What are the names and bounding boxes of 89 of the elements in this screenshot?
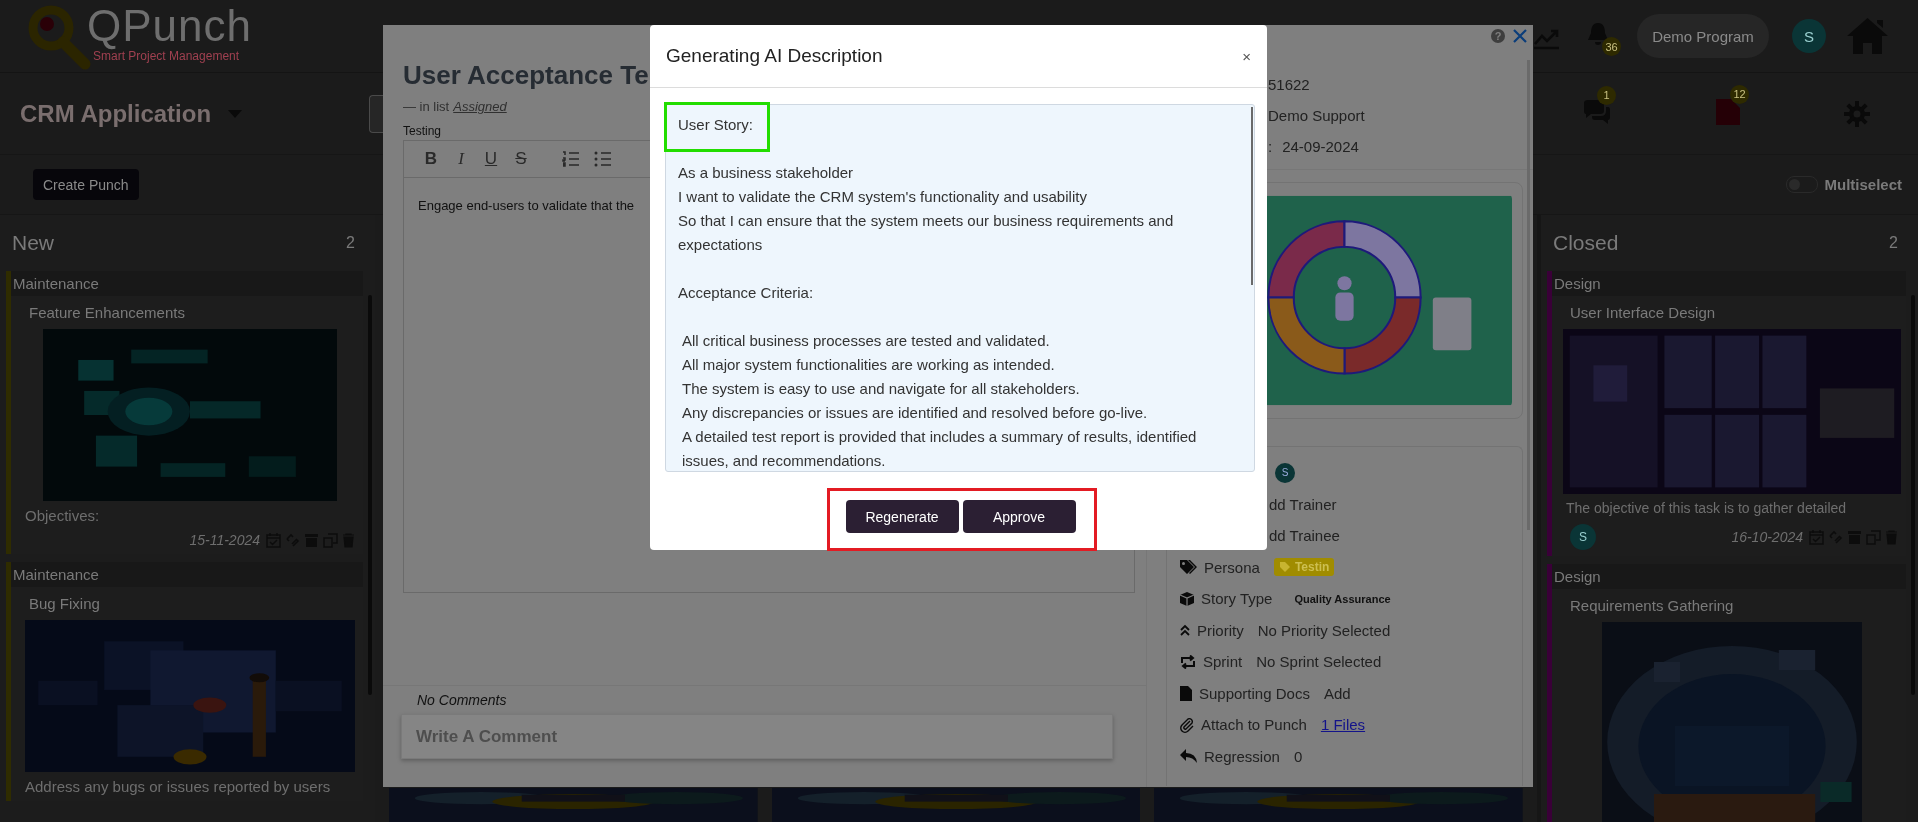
format-button[interactable]: U: [478, 149, 504, 169]
user-avatar: S: [1570, 524, 1596, 550]
tag-icon: [1278, 561, 1291, 574]
criteria-heading: Acceptance Criteria:: [678, 283, 814, 303]
cube-icon: [1179, 590, 1195, 607]
criteria-item: Any discrepancies or issues are identified and resolved before go-live.: [681, 403, 1149, 423]
close-icon[interactable]: [1513, 29, 1527, 43]
trend-chart-icon[interactable]: [1532, 28, 1560, 50]
dialog-button[interactable]: Regenerate: [845, 500, 959, 533]
scrollbar[interactable]: [1251, 107, 1253, 285]
card-description: Objectives:: [25, 507, 101, 524]
numbered-list-icon[interactable]: [562, 151, 580, 167]
property-value: No Sprint Selected: [1256, 653, 1382, 671]
punch-title: User Acceptance Te: [403, 59, 649, 92]
help-icon[interactable]: ?: [1491, 29, 1505, 43]
property-label: Supporting Docs: [1199, 684, 1310, 702]
add-trainer-link[interactable]: dd Trainer: [1269, 495, 1337, 513]
notification-badge: 36: [1602, 37, 1621, 56]
property-label: Sprint: [1203, 653, 1243, 671]
punch-id: 51622: [1268, 75, 1311, 95]
category-bar: Maintenance: [6, 562, 363, 587]
document-icon[interactable]: [1715, 97, 1741, 126]
property-label: Attach to Punch: [1201, 716, 1307, 734]
comments-status: No Comments: [417, 692, 508, 708]
bullet-list-icon[interactable]: [594, 151, 612, 167]
multiselect-label: Multiselect: [1824, 176, 1902, 193]
due-label: :: [1268, 137, 1273, 157]
format-button[interactable]: I: [448, 149, 474, 169]
format-button[interactable]: B: [418, 149, 444, 169]
format-button[interactable]: S: [508, 149, 534, 169]
program-button[interactable]: Demo Program: [1637, 14, 1769, 58]
team-name: Demo Support: [1268, 106, 1366, 126]
reply-icon: [1179, 748, 1198, 765]
user-avatar[interactable]: S: [1792, 19, 1826, 53]
repeat-icon: [1179, 654, 1197, 669]
category-bar: Maintenance: [6, 271, 363, 296]
close-button[interactable]: ×: [1242, 47, 1251, 65]
tags-icon: [1179, 559, 1198, 576]
chat-bubbles-icon[interactable]: [1582, 98, 1612, 125]
property-value: Add: [1323, 684, 1351, 702]
story-line: I want to validate the CRM system's functionality and usability: [678, 187, 1088, 207]
logo-title: QPunch: [87, 3, 252, 49]
file-icon: [1179, 684, 1193, 702]
card-title[interactable]: Feature Enhancements: [25, 304, 355, 321]
card-date: 15-11-2024: [189, 532, 260, 548]
criteria-item: A detailed test report is provided that includes a summary of results, identified issues, and recommendations.: [681, 427, 1198, 471]
project-title[interactable]: CRM Application: [20, 99, 212, 128]
due-date: 24-09-2024: [1282, 137, 1359, 157]
property-value: 0: [1293, 747, 1303, 765]
property-value: No Priority Selected: [1257, 621, 1391, 639]
story-line: As a business stakeholder: [678, 163, 855, 183]
property-value: Quality Assurance: [1294, 592, 1391, 605]
column-count: 2: [1889, 234, 1898, 252]
property-label: Story Type: [1201, 590, 1273, 608]
category-bar: Design: [1547, 564, 1906, 589]
dialog-button[interactable]: Approve: [962, 500, 1076, 533]
tag-label: Testin: [1294, 560, 1330, 575]
card-title[interactable]: User Interface Design: [1566, 304, 1898, 321]
message-badge: 1: [1597, 85, 1616, 105]
story-line: So that I can ensure that the system meets our business requirements and expectations: [678, 211, 1175, 255]
column-title: Closed: [1553, 231, 1619, 255]
files-link[interactable]: 1 Files: [1320, 716, 1366, 734]
double-chevron-up-icon: [1179, 623, 1191, 638]
category-bar: Design: [1547, 271, 1906, 296]
story-heading: User Story:: [678, 115, 753, 135]
property-label: Regression: [1204, 747, 1280, 765]
card-title[interactable]: Bug Fixing: [25, 595, 355, 612]
criteria-item: All critical business processes are tested and validated.: [681, 331, 1051, 351]
criteria-item: The system is easy to use and navigate for all stakeholders.: [681, 379, 1081, 399]
property-label: Priority: [1197, 621, 1244, 639]
editor-text: Engage end-users to validate that the: [418, 198, 635, 213]
card-title[interactable]: Requirements Gathering: [1566, 597, 1898, 614]
user-avatar: S: [1275, 462, 1295, 483]
create-punch-button[interactable]: Create Punch: [33, 169, 139, 200]
column-title: New: [12, 231, 54, 255]
criteria-item: All major system functionalities are working as intended.: [681, 355, 1056, 375]
logo-subtitle: Smart Project Management: [93, 49, 240, 63]
card-date: 16-10-2024: [1731, 529, 1803, 545]
column-count: 2: [346, 234, 355, 252]
documents-badge: 12: [1730, 84, 1749, 104]
property-label: Persona: [1204, 558, 1260, 576]
field-label: Testing: [403, 124, 442, 138]
card-description: Address any bugs or issues reported by users: [25, 778, 332, 795]
paperclip-icon: [1179, 716, 1195, 733]
list-link[interactable]: Assigned: [453, 99, 507, 114]
add-trainee-link[interactable]: dd Trainee: [1269, 527, 1340, 545]
dialog-title: Generating AI Description: [666, 45, 883, 67]
list-prefix: — in list: [403, 99, 450, 114]
card-description: The objective of this task is to gather detailed: [1566, 500, 1848, 516]
